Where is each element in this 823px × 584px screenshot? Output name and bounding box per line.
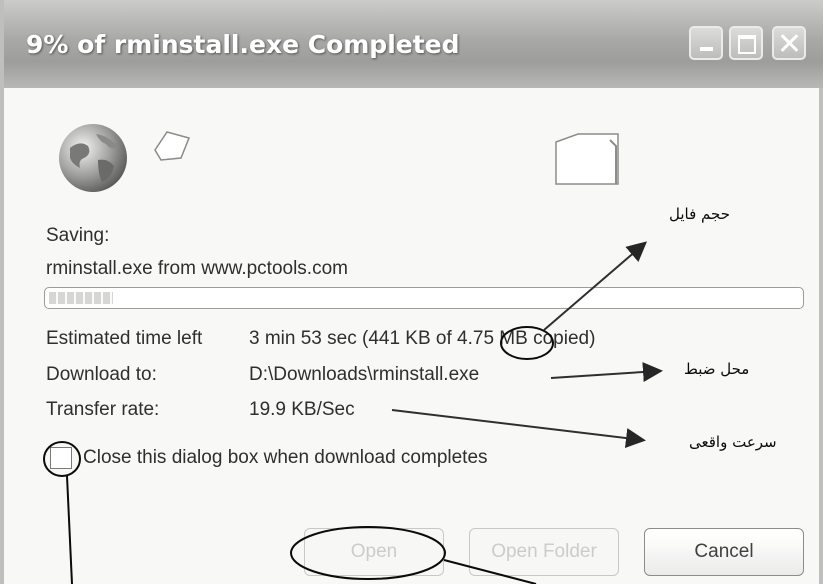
open-folder-button[interactable]: Open Folder — [469, 528, 619, 576]
close-on-complete-label[interactable]: Close this dialog box when download comp… — [83, 447, 488, 469]
title-bar[interactable]: 9% of rminstall.exe Completed — [4, 0, 823, 88]
checkbox-pointer-line — [66, 475, 73, 584]
maximize-icon[interactable] — [729, 26, 763, 60]
close-icon[interactable] — [772, 26, 806, 60]
download-dialog: 9% of rminstall.exe Completed Saving: rm… — [0, 0, 823, 584]
minimize-icon[interactable] — [689, 26, 723, 60]
estimated-time-label: Estimated time left — [46, 328, 203, 349]
download-to-label: Download to: — [46, 364, 157, 385]
document-icon — [154, 131, 191, 161]
close-on-complete-checkbox[interactable] — [50, 447, 72, 469]
globe-icon — [59, 124, 127, 192]
save-location-arrow — [550, 362, 663, 383]
transfer-rate-label: Transfer rate: — [46, 399, 160, 420]
download-source: rminstall.exe from www.pctools.com — [46, 258, 348, 279]
cancel-button[interactable]: Cancel — [644, 528, 804, 576]
progress-fill — [49, 292, 114, 304]
annotation-save-location: محل ضبط — [684, 360, 750, 378]
estimated-time-value: 3 min 53 sec (441 KB of 4.75 MB copied) — [249, 328, 596, 349]
download-to-value: D:\Downloads\rminstall.exe — [249, 364, 480, 385]
annotation-real-speed: سرعت واقعی — [689, 433, 777, 451]
download-progress-bar — [44, 287, 804, 309]
saving-label: Saving: — [46, 225, 110, 246]
folder-icon — [555, 133, 619, 185]
transfer-rate-value: 19.9 KB/Sec — [249, 399, 355, 420]
open-button[interactable]: Open — [304, 528, 444, 576]
annotation-file-size: حجم فایل — [669, 205, 730, 223]
window-title: 9% of rminstall.exe Completed — [26, 30, 460, 59]
transfer-rate-arrow — [391, 409, 646, 449]
